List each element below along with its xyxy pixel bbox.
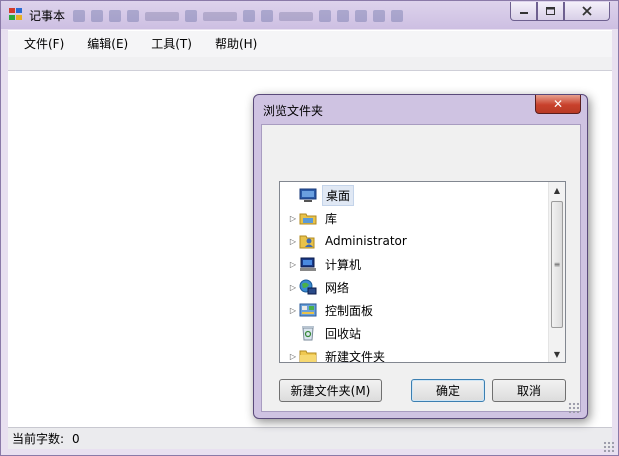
menu-file[interactable]: 文件(F) — [16, 34, 72, 55]
expand-arrow-icon[interactable]: ▷ — [288, 253, 298, 275]
minimize-icon — [519, 12, 528, 14]
dialog-close-button[interactable]: ✕ — [535, 95, 581, 114]
user-folder-icon — [299, 233, 317, 249]
dialog-body: 桌面 ▷ 库 ▷ Administrator ▷ 计算机 ▷ 网络 ▷ 控制面板… — [261, 124, 581, 412]
tree-item-label: Administrator — [325, 234, 407, 248]
scroll-up-icon[interactable]: ▲ — [549, 182, 565, 198]
ok-button[interactable]: 确定 — [411, 379, 485, 402]
menu-help[interactable]: 帮助(H) — [207, 34, 265, 55]
tree-item-recycle-bin[interactable]: 回收站 — [280, 322, 364, 344]
expand-arrow-icon[interactable]: ▷ — [288, 299, 298, 321]
expand-arrow-icon[interactable]: ▷ — [288, 230, 298, 252]
window-title: 记事本 — [29, 9, 66, 23]
control-panel-icon — [299, 302, 317, 318]
folder-icon — [299, 348, 317, 362]
computer-icon — [299, 256, 317, 272]
tree-item-label: 计算机 — [325, 257, 362, 272]
close-button[interactable] — [564, 2, 610, 21]
scroll-down-icon[interactable]: ▼ — [549, 346, 565, 362]
status-label: 当前字数: — [12, 432, 65, 446]
library-icon — [299, 210, 317, 226]
expand-arrow-icon[interactable]: ▷ — [288, 207, 298, 229]
tree-item-label: 网络 — [325, 280, 350, 295]
network-icon — [299, 279, 317, 295]
menu-tools[interactable]: 工具(T) — [143, 34, 200, 55]
cancel-button[interactable]: 取消 — [492, 379, 566, 402]
desktop-icon — [299, 187, 317, 203]
expand-arrow-icon[interactable]: ▷ — [288, 345, 298, 362]
tree-item-control-panel[interactable]: ▷ 控制面板 — [280, 299, 376, 321]
tree-item-label: 控制面板 — [325, 303, 374, 318]
tree-item-library[interactable]: ▷ 库 — [280, 207, 340, 229]
tree-item-administrator[interactable]: ▷ Administrator — [280, 230, 410, 252]
close-icon — [582, 6, 592, 16]
status-bar: 当前字数: 0 — [8, 427, 612, 449]
expand-arrow-icon[interactable]: ▷ — [288, 276, 298, 298]
menu-edit[interactable]: 编辑(E) — [79, 34, 136, 55]
background-toolbar-ghost — [73, 8, 493, 24]
tree-item-network[interactable]: ▷ 网络 — [280, 276, 352, 298]
tree-item-label: 新建文件夹 — [325, 349, 386, 363]
tree-item-label: 回收站 — [325, 326, 362, 341]
tree-item-label: 库 — [325, 211, 338, 226]
char-count: 0 — [72, 431, 80, 446]
app-icon — [9, 8, 23, 21]
close-icon: ✕ — [552, 97, 564, 111]
folder-tree[interactable]: 桌面 ▷ 库 ▷ Administrator ▷ 计算机 ▷ 网络 ▷ 控制面板… — [279, 181, 566, 363]
recycle-bin-icon — [299, 325, 317, 341]
resize-grip[interactable] — [603, 441, 614, 452]
tree-item-label: 桌面 — [322, 184, 355, 206]
maximize-icon — [546, 7, 555, 15]
scroll-thumb[interactable]: ≡ — [551, 201, 563, 328]
tree-item-computer[interactable]: ▷ 计算机 — [280, 253, 364, 275]
new-folder-button[interactable]: 新建文件夹(M) — [279, 379, 382, 402]
dialog-title: 浏览文件夹 — [263, 104, 324, 118]
dialog-resize-grip[interactable] — [568, 402, 579, 413]
minimize-button[interactable] — [510, 2, 537, 21]
tree-scrollbar[interactable]: ▲ ≡ ▼ — [548, 182, 565, 362]
toolbar-strip — [8, 57, 612, 71]
tree-item-new-folder[interactable]: ▷ 新建文件夹 — [280, 345, 388, 363]
title-bar[interactable]: 记事本 — [1, 1, 618, 29]
tree-item-desktop[interactable]: 桌面 — [280, 184, 355, 206]
menu-bar: 文件(F) 编辑(E) 工具(T) 帮助(H) — [8, 30, 612, 57]
maximize-button[interactable] — [537, 2, 564, 21]
browse-folder-dialog: 浏览文件夹 ✕ 桌面 ▷ 库 ▷ Administrator ▷ 计算机 ▷ 网… — [253, 94, 588, 419]
